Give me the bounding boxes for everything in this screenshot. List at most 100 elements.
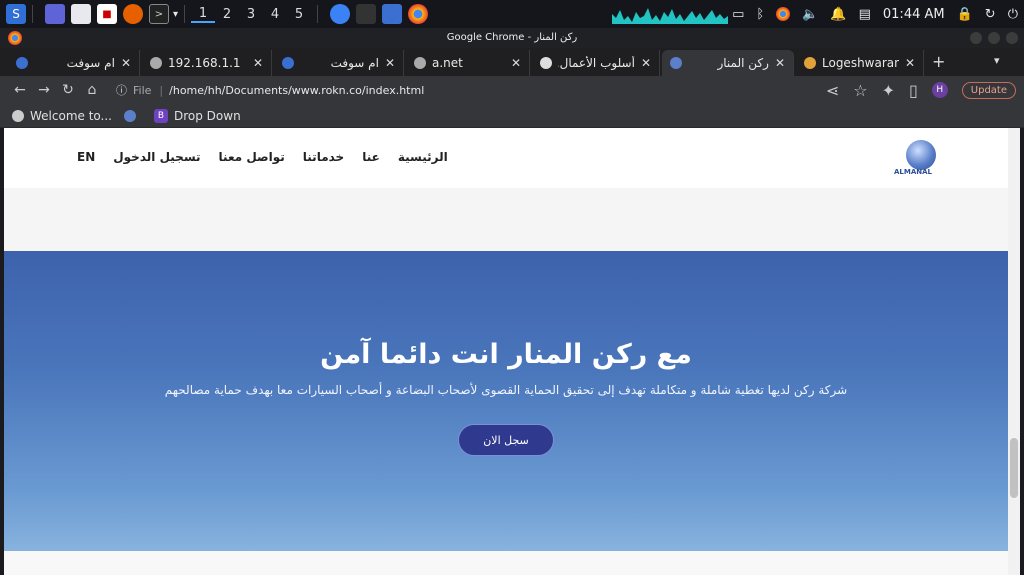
system-tray: ▭ ᛒ 🔈 🔔 ▤ 01:44 AM 🔒 ↻ ⏻ <box>732 0 1018 28</box>
tab-favicon-icon <box>16 57 28 69</box>
tab-anet[interactable]: a.net ✕ <box>406 50 530 76</box>
folder-icon[interactable] <box>382 4 403 24</box>
share-icon[interactable]: ⋖ <box>826 81 839 100</box>
reload-button[interactable]: ↻ <box>56 78 80 102</box>
forward-button[interactable]: → <box>32 78 56 102</box>
scrollbar-thumb[interactable] <box>1010 438 1018 498</box>
hero-section: مع ركن المنار انت دائما آمن شركة ركن لدي… <box>4 251 1008 551</box>
nav-about[interactable]: عنا <box>362 150 380 164</box>
omnibox-divider: | <box>159 83 164 97</box>
register-now-button[interactable]: سجل الان <box>458 424 554 456</box>
globe-icon <box>12 109 24 122</box>
web-page: EN تسجيل الدخول تواصل معنا خدماتنا عنا ا… <box>4 128 1020 575</box>
workspace-3[interactable]: 3 <box>239 7 263 22</box>
site-header: EN تسجيل الدخول تواصل معنا خدماتنا عنا ا… <box>4 128 1008 188</box>
tab-search-button[interactable]: ▾ <box>994 54 1000 67</box>
volume-icon[interactable]: 🔈 <box>802 7 818 22</box>
tab-msoft-1[interactable]: ام سوفت ✕ <box>8 50 140 76</box>
taskbar-divider <box>317 5 319 23</box>
bookmark-item[interactable] <box>123 109 142 122</box>
info-icon[interactable]: ⓘ <box>116 82 127 98</box>
bootstrap-icon: B <box>153 108 168 123</box>
close-tab-icon[interactable]: ✕ <box>905 56 915 70</box>
tab-favicon-icon <box>123 109 136 122</box>
new-tab-button[interactable]: + <box>932 52 945 71</box>
address-bar[interactable]: ⓘ File | /home/hh/Documents/www.rokn.co/… <box>108 78 820 102</box>
browser-toolbar: ← → ↻ ⌂ ⓘ File | /home/hh/Documents/www.… <box>0 76 1024 104</box>
app-icon[interactable] <box>330 4 351 24</box>
hero-subtitle: شركة ركن لديها تغطية شاملة و متكاملة تهد… <box>164 383 848 397</box>
globe-icon <box>150 57 162 69</box>
tab-rokn-almanar[interactable]: ركن المنار ✕ <box>662 50 794 76</box>
cpu-graph <box>612 8 728 24</box>
close-tab-icon[interactable]: ✕ <box>121 56 131 70</box>
side-panel-icon[interactable]: ▯ <box>909 81 918 100</box>
bookmark-dropdown[interactable]: B Drop Down <box>153 108 241 123</box>
files-icon[interactable] <box>71 4 91 24</box>
tab-business[interactable]: أسلوب الأعمال. ✕ <box>532 50 660 76</box>
globe-icon <box>540 57 552 69</box>
tab-favicon-icon <box>282 57 294 69</box>
toolbar-actions: ⋖ ☆ ✦ ▯ H Update <box>826 78 1016 102</box>
tab-favicon-icon <box>670 57 682 69</box>
page-bottom-strip <box>4 551 1008 575</box>
nav-services[interactable]: خدماتنا <box>303 150 344 164</box>
taskbar-divider <box>32 5 33 23</box>
nav-login[interactable]: تسجيل الدخول <box>113 150 200 164</box>
bluetooth-icon[interactable]: ᛒ <box>756 7 764 22</box>
page-scrollbar[interactable] <box>1008 128 1020 575</box>
close-tab-icon[interactable]: ✕ <box>775 56 785 70</box>
tab-strip: ام سوفت ✕ 192.168.1.1 ✕ ام سوفت ✕ a.net … <box>0 48 1024 76</box>
globe-logo-icon <box>906 140 936 170</box>
close-window-button[interactable] <box>1006 32 1018 44</box>
tab-favicon-icon <box>804 57 816 69</box>
nav-home[interactable]: الرئيسية <box>398 150 448 164</box>
maximize-button[interactable] <box>988 32 1000 44</box>
tab-router[interactable]: 192.168.1.1 ✕ <box>142 50 272 76</box>
display-icon[interactable]: ▭ <box>732 7 744 22</box>
firefox-icon[interactable] <box>123 4 143 24</box>
profile-avatar[interactable]: H <box>931 82 948 98</box>
terminal-window-icon[interactable] <box>356 4 377 24</box>
site-menu: EN تسجيل الدخول تواصل معنا خدماتنا عنا ا… <box>77 150 448 164</box>
chevron-down-icon[interactable]: ▾ <box>173 9 178 20</box>
globe-icon <box>414 57 426 69</box>
desktop-icon[interactable] <box>45 4 65 24</box>
close-tab-icon[interactable]: ✕ <box>641 56 651 70</box>
url-text[interactable]: /home/hh/Documents/www.rokn.co/index.htm… <box>169 84 424 97</box>
home-button[interactable]: ⌂ <box>80 78 104 102</box>
chrome-tray-icon[interactable] <box>776 7 791 21</box>
nav-contact[interactable]: تواصل معنا <box>219 150 285 164</box>
back-button[interactable]: ← <box>8 78 32 102</box>
chrome-logo-icon <box>8 31 22 45</box>
window-titlebar: Google Chrome - ركن المنار <box>0 28 1024 48</box>
bookmark-welcome[interactable]: Welcome to... <box>12 109 112 123</box>
nav-language[interactable]: EN <box>77 150 95 164</box>
bookmark-star-icon[interactable]: ☆ <box>853 81 867 100</box>
workspace-2[interactable]: 2 <box>215 7 239 22</box>
close-tab-icon[interactable]: ✕ <box>511 56 521 70</box>
close-tab-icon[interactable]: ✕ <box>385 56 395 70</box>
workspace-1[interactable]: 1 <box>191 6 216 23</box>
clock[interactable]: 01:44 AM <box>883 7 945 22</box>
close-tab-icon[interactable]: ✕ <box>253 56 263 70</box>
minimize-button[interactable] <box>970 32 982 44</box>
app-menu-icon[interactable]: S <box>6 4 26 24</box>
power-icon[interactable]: ⏻ <box>1008 7 1018 22</box>
chrome-taskbar-icon[interactable] <box>408 4 429 24</box>
hero-title: مع ركن المنار انت دائما آمن <box>320 339 692 370</box>
site-logo[interactable]: ALMANAL <box>894 138 938 178</box>
notification-bell-icon[interactable]: 🔔 <box>830 7 846 22</box>
terminal-icon[interactable]: > <box>149 4 169 24</box>
refresh-icon[interactable]: ↻ <box>985 7 996 22</box>
tab-logeshwaran[interactable]: Logeshwaran.o ✕ <box>796 50 924 76</box>
workspace-4[interactable]: 4 <box>263 7 287 22</box>
workspace-5[interactable]: 5 <box>287 7 311 22</box>
calendar-icon[interactable]: ▤ <box>859 7 871 22</box>
document-icon[interactable]: ■ <box>97 4 117 24</box>
tab-msoft-2[interactable]: ام سوفت ✕ <box>274 50 404 76</box>
extensions-icon[interactable]: ✦ <box>882 81 895 100</box>
taskbar-divider <box>184 5 186 23</box>
lock-icon[interactable]: 🔒 <box>957 7 973 22</box>
update-button[interactable]: Update <box>961 81 1016 99</box>
